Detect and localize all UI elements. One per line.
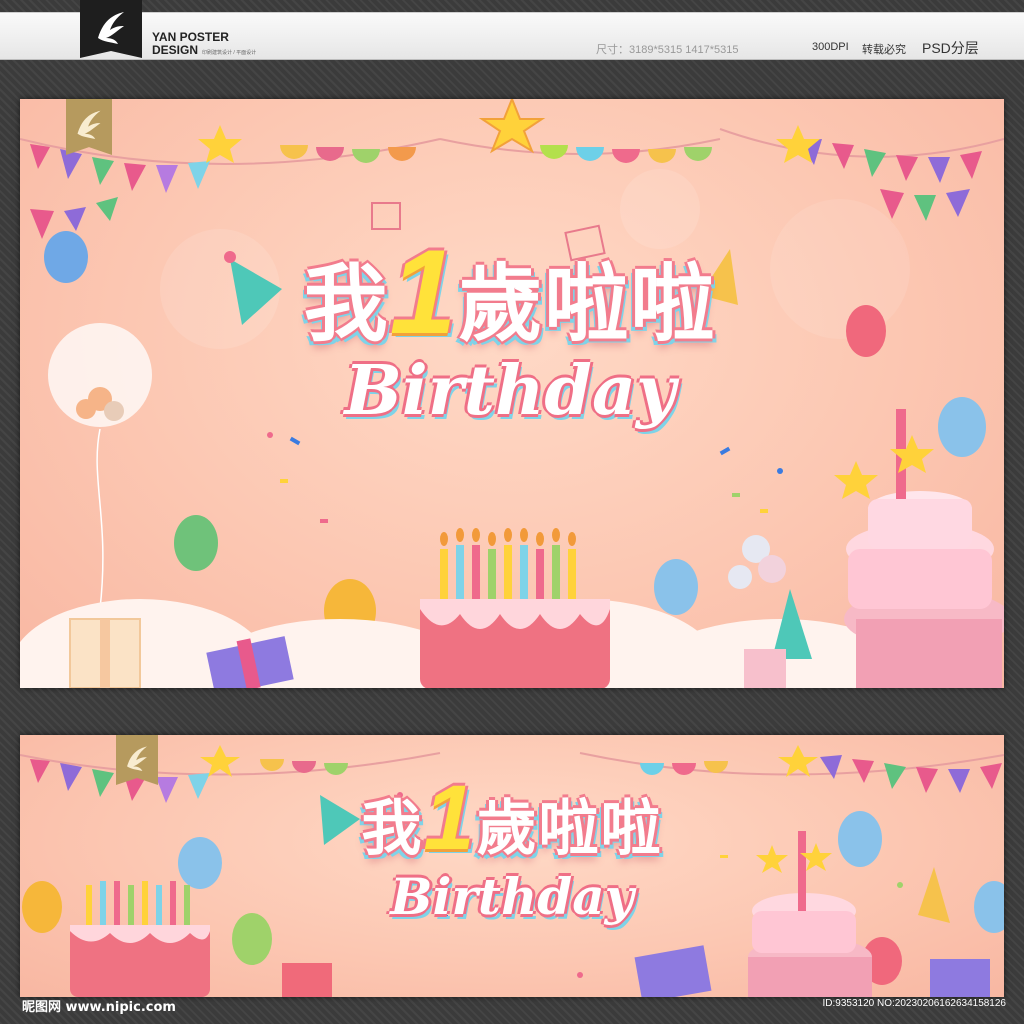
wing-logo-icon [77,110,101,139]
brand-line-2: DESIGN [152,43,199,57]
poster-banner: 我1歲啦啦 Birthday [20,735,1004,997]
banner-title-char-wo: 我 [361,794,424,864]
poster-main: 我1歲啦啦 Birthday [20,99,1004,688]
brand-badge [66,99,112,155]
reprint-notice: 转载必究 [862,44,906,56]
banner-title-number: 1 [423,767,477,869]
banner-chinese-title: 我1歲啦啦 [312,772,712,872]
wing-logo-icon [127,746,147,771]
size-spec: 尺寸：3189*5315 1417*5315 [596,44,739,56]
dpi-label: 300DPI [812,41,849,53]
candles [440,528,576,599]
banner-title-chars-rest: 歲啦啦 [476,794,663,864]
site-watermark: 昵图网 www.nipic.com [22,1000,176,1015]
brand-line-1: YAN POSTER [152,30,229,44]
header-bar: YAN POSTER DESIGN 印刷建筑设计 / 平面设计 尺寸：3189*5… [0,12,1024,60]
psd-label: PSD分层 [922,40,979,56]
banner-title-group: 我1歲啦啦 Birthday [312,772,712,926]
title-chars-rest: 歲啦啦 [458,255,717,353]
chinese-title: 我1歲啦啦 [260,232,760,359]
title-char-wo: 我 [303,255,390,353]
confetti [267,432,783,523]
title-group: 我1歲啦啦 Birthday [260,232,760,431]
brand-badge [116,735,158,785]
banner-birthday-script: Birthday [390,867,634,926]
birthday-script: Birthday [344,351,676,431]
wing-logo-icon [98,12,124,44]
brand-logo [80,0,142,58]
image-id: ID:9353120 NO:20230206162634158126 [822,998,1007,1009]
brand-name: YAN POSTER DESIGN 印刷建筑设计 / 平面设计 [152,31,256,60]
brand-tagline: 印刷建筑设计 / 平面设计 [202,50,257,56]
title-number: 1 [389,225,459,359]
